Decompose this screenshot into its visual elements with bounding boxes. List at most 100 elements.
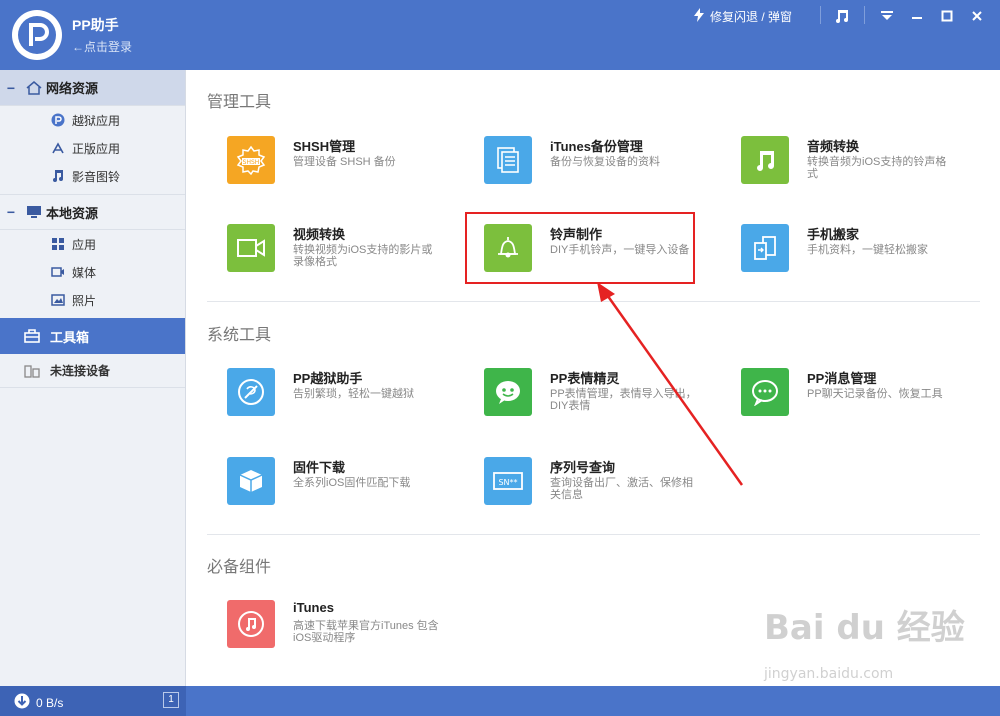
tool-phone-transfer[interactable]: 手机搬家 手机资料，一键轻松搬家 bbox=[721, 220, 961, 278]
download-icon bbox=[14, 693, 30, 712]
tool-itunes[interactable]: iTunes 高速下载苹果官方iTunes 包含iOS驱动程序 bbox=[207, 596, 447, 654]
sidebar-item-photos[interactable]: 照片 bbox=[0, 286, 185, 314]
sidebar-group-local[interactable]: − 本地资源 bbox=[0, 194, 185, 230]
tool-jailbreak-helper[interactable]: PP越狱助手 告别繁琐，轻松一键越狱 bbox=[207, 364, 447, 422]
device-icon bbox=[24, 364, 50, 378]
box-icon bbox=[227, 457, 275, 505]
photo-icon bbox=[48, 294, 68, 306]
tool-name: 固件下载 bbox=[293, 460, 346, 475]
tool-desc: 全系列iOS固件匹配下载 bbox=[293, 477, 411, 489]
menu-dropdown-icon[interactable] bbox=[876, 5, 898, 27]
music-note-icon bbox=[48, 169, 68, 183]
fix-crash-label: 修复闪退 / 弹窗 bbox=[710, 10, 793, 24]
maximize-icon[interactable] bbox=[936, 5, 958, 27]
sidebar-item-label: 工具箱 bbox=[50, 329, 90, 345]
shsh-icon: SHSH bbox=[227, 136, 275, 184]
status-bar-left: 0 B/s 1 bbox=[0, 686, 186, 716]
sidebar-item-label: 照片 bbox=[72, 293, 97, 308]
lightning-icon bbox=[694, 8, 704, 25]
tool-desc: 转换音频为iOS支持的铃声格式 bbox=[807, 156, 947, 180]
login-link[interactable]: ←点击登录 bbox=[72, 38, 132, 55]
sidebar-group-network[interactable]: − 网络资源 bbox=[0, 70, 185, 106]
section-divider bbox=[207, 534, 980, 535]
watermark: Bai du 经验 bbox=[764, 608, 965, 648]
tool-audio-convert[interactable]: 音频转换 转换音频为iOS支持的铃声格式 bbox=[721, 132, 961, 190]
tool-itunes-backup[interactable]: iTunes备份管理 备份与恢复设备的资料 bbox=[464, 132, 704, 190]
tool-desc: PP聊天记录备份、恢复工具 bbox=[807, 388, 943, 400]
highlight-box bbox=[465, 212, 695, 284]
tool-message-manager[interactable]: PP消息管理 PP聊天记录备份、恢复工具 bbox=[721, 364, 961, 422]
svg-text:SHSH: SHSH bbox=[243, 159, 260, 166]
minimize-icon[interactable] bbox=[906, 5, 928, 27]
collapse-icon[interactable]: − bbox=[0, 80, 22, 96]
tool-desc: 管理设备 SHSH 备份 bbox=[293, 156, 396, 168]
section-title: 管理工具 bbox=[207, 94, 272, 111]
sidebar: − 网络资源 越狱应用 正版应用 影音图铃 − 本地资源 应用 媒体 照片 工具… bbox=[0, 70, 186, 686]
tool-desc: 告别繁琐，轻松一键越狱 bbox=[293, 388, 414, 400]
tool-desc: 手机资料，一键轻松搬家 bbox=[807, 244, 928, 256]
sidebar-item-label: 正版应用 bbox=[72, 141, 121, 156]
pp-logo-icon[interactable] bbox=[12, 10, 62, 60]
sidebar-item-toolbox[interactable]: 工具箱 bbox=[0, 318, 185, 354]
download-speed[interactable]: 0 B/s bbox=[14, 693, 63, 712]
watermark-url: jingyan.baidu.com bbox=[764, 666, 894, 682]
music-note-icon bbox=[741, 136, 789, 184]
tool-name: iTunes bbox=[293, 600, 334, 615]
tool-desc: 备份与恢复设备的资料 bbox=[550, 156, 660, 168]
sidebar-item-device[interactable]: 未连接设备 bbox=[0, 354, 185, 388]
sidebar-item-jailbreak-apps[interactable]: 越狱应用 bbox=[0, 106, 185, 134]
app-title: PP助手 bbox=[72, 17, 119, 33]
tool-firmware-download[interactable]: 固件下载 全系列iOS固件匹配下载 bbox=[207, 453, 447, 511]
sidebar-item-media-ringtones[interactable]: 影音图铃 bbox=[0, 162, 185, 190]
sidebar-item-label: 应用 bbox=[72, 237, 97, 252]
close-icon[interactable] bbox=[966, 5, 988, 27]
emoji-icon bbox=[484, 368, 532, 416]
grid-icon bbox=[48, 238, 68, 250]
section-title: 系统工具 bbox=[207, 327, 272, 344]
collapse-icon[interactable]: − bbox=[0, 204, 22, 220]
tool-name: 手机搬家 bbox=[807, 227, 860, 242]
music-icon[interactable] bbox=[831, 5, 853, 27]
main-content: 管理工具 SHSH SHSH管理 管理设备 SHSH 备份 iTunes备份管理… bbox=[187, 70, 1000, 686]
tool-name: iTunes备份管理 bbox=[550, 139, 643, 154]
sidebar-group-label: 本地资源 bbox=[46, 205, 99, 221]
itunes-icon bbox=[227, 600, 275, 648]
section-title: 必备组件 bbox=[207, 559, 272, 576]
serial-number-icon: SN** bbox=[484, 457, 532, 505]
sidebar-group-label: 网络资源 bbox=[46, 81, 99, 96]
annotation-arrow bbox=[597, 282, 744, 486]
backup-icon bbox=[484, 136, 532, 184]
tool-video-convert[interactable]: 视频转换 转换视频为iOS支持的影片或录像格式 bbox=[207, 220, 447, 278]
video-camera-icon bbox=[227, 224, 275, 272]
tool-desc: 高速下载苹果官方iTunes 包含iOS驱动程序 bbox=[293, 620, 439, 644]
title-bar: PP助手 ←点击登录 修复闪退 / 弹窗 bbox=[0, 0, 1000, 70]
sidebar-item-label: 影音图铃 bbox=[72, 169, 121, 184]
phone-transfer-icon bbox=[741, 224, 789, 272]
toolbox-icon bbox=[24, 329, 50, 343]
sidebar-item-label: 越狱应用 bbox=[72, 113, 121, 128]
sidebar-item-apps[interactable]: 应用 bbox=[0, 230, 185, 258]
pp-app-icon bbox=[48, 113, 68, 127]
video-icon bbox=[48, 266, 68, 278]
toolbar-divider bbox=[864, 6, 865, 24]
speed-label: 0 B/s bbox=[36, 695, 64, 710]
sidebar-item-label: 未连接设备 bbox=[50, 364, 111, 378]
tool-shsh[interactable]: SHSH SHSH管理 管理设备 SHSH 备份 bbox=[207, 132, 447, 190]
sidebar-item-label: 媒体 bbox=[72, 265, 97, 280]
home-icon bbox=[22, 80, 46, 95]
task-count-badge[interactable]: 1 bbox=[163, 692, 179, 708]
tool-name: PP消息管理 bbox=[807, 371, 877, 386]
tool-name: 视频转换 bbox=[293, 227, 346, 242]
tool-desc: 转换视频为iOS支持的影片或录像格式 bbox=[293, 244, 433, 268]
fix-crash-button[interactable]: 修复闪退 / 弹窗 bbox=[694, 8, 792, 25]
jailbreak-icon bbox=[227, 368, 275, 416]
tool-name: SHSH管理 bbox=[293, 139, 356, 154]
sidebar-item-media[interactable]: 媒体 bbox=[0, 258, 185, 286]
tool-name: 音频转换 bbox=[807, 139, 860, 154]
sidebar-item-official-apps[interactable]: 正版应用 bbox=[0, 134, 185, 162]
svg-text:SN**: SN** bbox=[498, 478, 517, 487]
status-bar: 0 B/s 1 bbox=[0, 686, 1000, 716]
app-store-icon bbox=[48, 141, 68, 155]
monitor-icon bbox=[22, 205, 46, 219]
tool-name: PP越狱助手 bbox=[293, 371, 363, 386]
